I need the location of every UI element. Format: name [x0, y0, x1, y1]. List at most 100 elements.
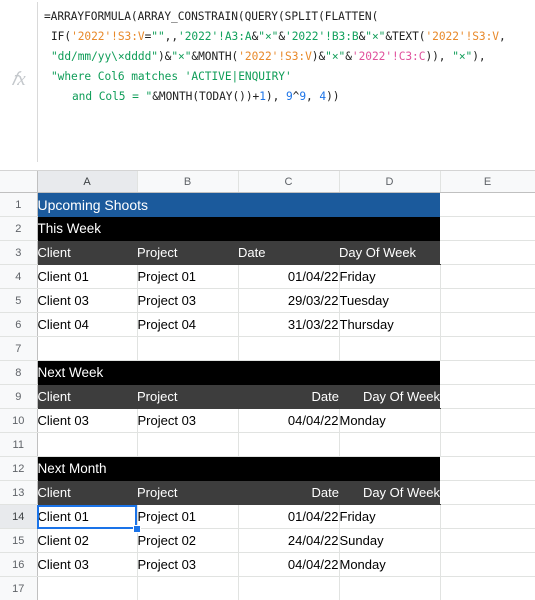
fill-handle[interactable] [133, 524, 141, 533]
table-cell[interactable] [238, 576, 340, 600]
row-header-2[interactable]: 2 [0, 216, 38, 241]
table-cell[interactable]: Project 03 [137, 408, 239, 433]
formula-bar[interactable]: 𝑓x =ARRAYFORMULA(ARRAY_CONSTRAIN(QUERY(S… [0, 0, 535, 171]
section-banner-cell[interactable]: This Week [37, 216, 440, 241]
table-cell[interactable]: 01/04/22 [238, 504, 340, 529]
table-cell[interactable] [137, 432, 239, 457]
table-column-header-cell[interactable]: Date [238, 384, 339, 409]
table-column-header-cell[interactable]: Day Of Week [339, 240, 440, 265]
table-cell[interactable]: 24/04/22 [238, 528, 340, 553]
table-cell[interactable]: Project 01 [137, 264, 239, 289]
table-cell[interactable]: Friday [339, 264, 441, 289]
table-cell[interactable] [440, 432, 535, 457]
table-cell[interactable] [440, 528, 535, 553]
table-column-header-cell[interactable]: Day Of Week [339, 384, 440, 409]
table-column-header-cell[interactable]: Day Of Week [339, 480, 440, 505]
row-header-6[interactable]: 6 [0, 312, 38, 337]
table-cell[interactable]: 01/04/22 [238, 264, 340, 289]
table-cell[interactable]: 04/04/22 [238, 552, 340, 577]
table-cell[interactable] [440, 552, 535, 577]
row-header-11[interactable]: 11 [0, 432, 38, 457]
spreadsheet-grid[interactable]: ABCDE 1 Upcoming Shoots 2 This Week 3 Client P… [0, 171, 535, 600]
row-header-15[interactable]: 15 [0, 528, 38, 553]
table-cell[interactable]: 29/03/22 [238, 288, 340, 313]
row-header-1[interactable]: 1 [0, 192, 38, 217]
table-cell[interactable] [440, 264, 535, 289]
table-cell[interactable]: 31/03/22 [238, 312, 340, 337]
title-banner-cell[interactable]: Upcoming Shoots [37, 192, 440, 217]
table-cell[interactable]: Project 03 [137, 288, 239, 313]
table-cell[interactable] [440, 240, 535, 265]
table-cell[interactable] [37, 432, 138, 457]
table-cell[interactable] [440, 480, 535, 505]
table-cell[interactable] [440, 192, 535, 217]
table-cell[interactable] [37, 336, 138, 361]
table-cell[interactable] [339, 432, 441, 457]
column-header-d[interactable]: D [339, 171, 441, 193]
table-cell[interactable]: Tuesday [339, 288, 441, 313]
table-cell[interactable]: Sunday [339, 528, 441, 553]
row-header-9[interactable]: 9 [0, 384, 38, 409]
table-cell[interactable]: Client 03 [37, 552, 138, 577]
table-column-header-cell[interactable]: Client [37, 480, 137, 505]
column-header-e[interactable]: E [440, 171, 535, 193]
table-cell[interactable]: Monday [339, 552, 441, 577]
table-cell[interactable]: Project 02 [137, 528, 239, 553]
table-cell[interactable] [238, 432, 340, 457]
table-column-header-cell[interactable]: Project [137, 384, 238, 409]
table-cell[interactable]: Friday [339, 504, 441, 529]
table-column-header-cell[interactable]: Project [137, 240, 238, 265]
table-cell[interactable] [339, 576, 441, 600]
row-header-8[interactable]: 8 [0, 360, 38, 385]
table-cell[interactable]: Client 02 [37, 528, 138, 553]
row-header-5[interactable]: 5 [0, 288, 38, 313]
table-cell[interactable] [440, 456, 535, 481]
row-header-12[interactable]: 12 [0, 456, 38, 481]
table-cell[interactable]: Thursday [339, 312, 441, 337]
table-cell[interactable]: Client 01 [37, 264, 138, 289]
table-cell[interactable] [440, 288, 535, 313]
table-cell[interactable] [440, 336, 535, 361]
table-cell[interactable] [137, 576, 239, 600]
table-cell[interactable] [440, 216, 535, 241]
table-cell[interactable] [440, 360, 535, 385]
row-header-3[interactable]: 3 [0, 240, 38, 265]
row-header-10[interactable]: 10 [0, 408, 38, 433]
table-cell[interactable] [238, 336, 340, 361]
column-header-b[interactable]: B [137, 171, 239, 193]
table-cell[interactable]: Project 03 [137, 552, 239, 577]
section-banner-cell[interactable]: Next Week [37, 360, 440, 385]
table-column-header-cell[interactable]: Client [37, 384, 137, 409]
column-header-c[interactable]: C [238, 171, 340, 193]
table-cell[interactable]: Client 04 [37, 312, 138, 337]
table-cell[interactable]: Project 01 [137, 504, 239, 529]
row-header-17[interactable]: 17 [0, 576, 38, 600]
table-cell[interactable] [440, 576, 535, 600]
table-cell[interactable]: Client 03 [37, 408, 138, 433]
column-header-a[interactable]: A [37, 171, 138, 193]
row-header-16[interactable]: 16 [0, 552, 38, 577]
table-cell[interactable] [137, 336, 239, 361]
row-header-13[interactable]: 13 [0, 480, 38, 505]
row-header-14[interactable]: 14 [0, 504, 38, 529]
table-cell[interactable] [339, 336, 441, 361]
table-cell[interactable]: Monday [339, 408, 441, 433]
table-cell[interactable] [440, 504, 535, 529]
table-cell[interactable]: 04/04/22 [238, 408, 340, 433]
table-cell[interactable]: Project 04 [137, 312, 239, 337]
table-column-header-cell[interactable]: Project [137, 480, 238, 505]
row-header-7[interactable]: 7 [0, 336, 38, 361]
table-cell[interactable] [440, 312, 535, 337]
row-header-4[interactable]: 4 [0, 264, 38, 289]
table-column-header-cell[interactable]: Date [238, 240, 339, 265]
table-column-header-cell[interactable]: Client [37, 240, 137, 265]
table-cell[interactable] [37, 576, 138, 600]
table-cell[interactable] [440, 408, 535, 433]
table-cell[interactable] [440, 384, 535, 409]
select-all-corner[interactable] [0, 171, 38, 193]
formula-input[interactable]: =ARRAYFORMULA(ARRAY_CONSTRAIN(QUERY(SPLI… [38, 0, 535, 170]
table-cell[interactable]: Client 03 [37, 288, 138, 313]
table-column-header-cell[interactable]: Date [238, 480, 339, 505]
section-banner-cell[interactable]: Next Month [37, 456, 440, 481]
table-cell[interactable]: Client 01 [37, 504, 138, 529]
